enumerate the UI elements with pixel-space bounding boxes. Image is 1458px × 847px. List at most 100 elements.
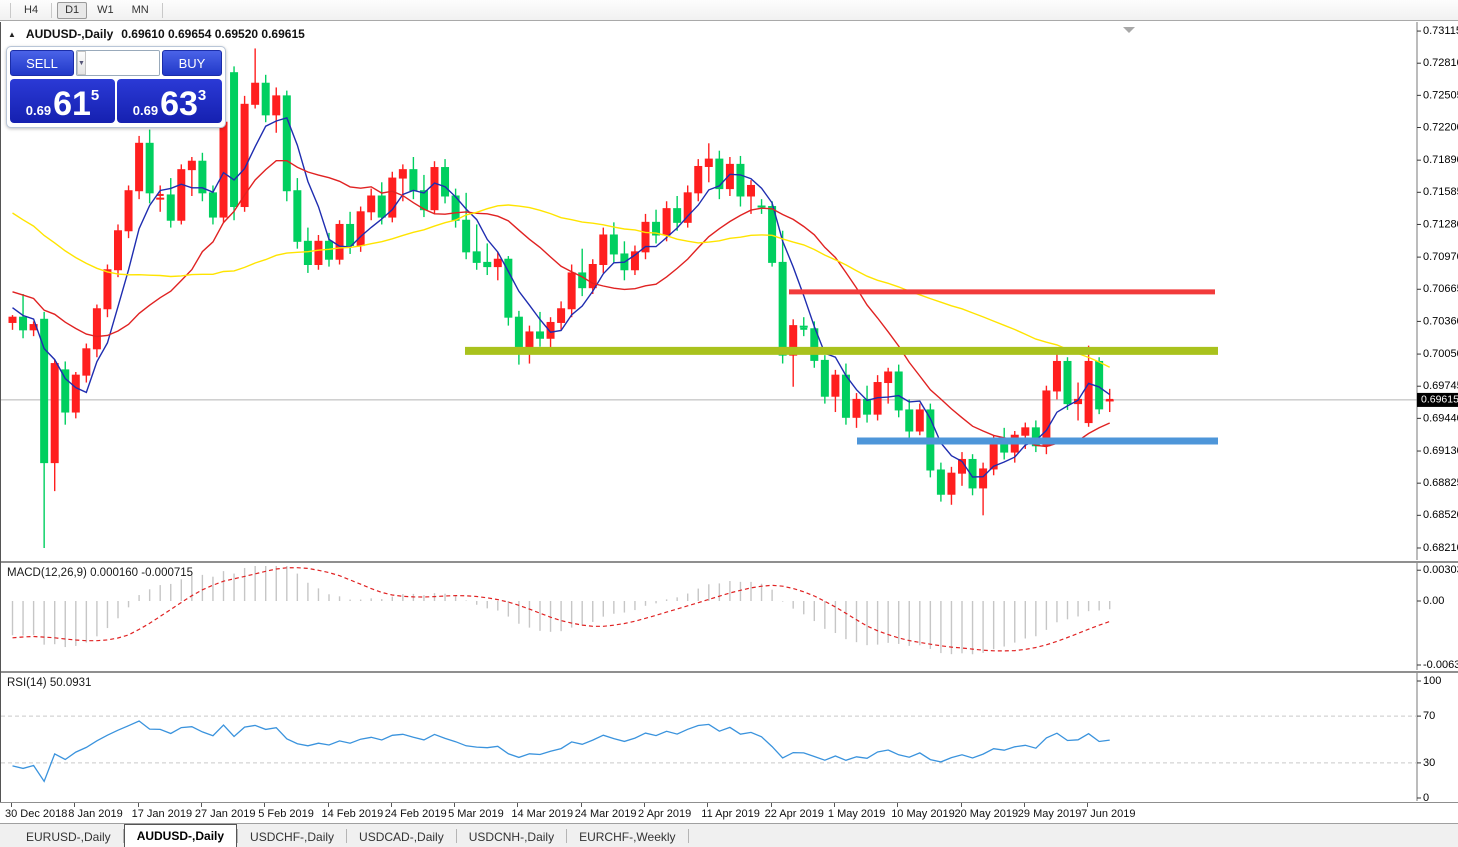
- mt4-terminal: H4D1W1MN 0.731150.728100.725050.722000.7…: [0, 0, 1458, 847]
- date-axis-label: 20 May 2019: [955, 808, 1019, 820]
- chart-tab-audusddaily[interactable]: AUDUSD-,Daily: [124, 824, 237, 847]
- buy-price-big: 63: [160, 89, 198, 119]
- price-axis-label: 0.71890: [1423, 154, 1458, 166]
- current-price-badge-text: 0.69615: [1421, 394, 1458, 406]
- ohlc-values: 0.69610 0.69654 0.69520 0.69615: [121, 27, 305, 41]
- macd-axis-label: -0.00631: [1423, 659, 1458, 670]
- date-axis-label: 7 Jun 2019: [1081, 808, 1135, 820]
- timeframe-button-w1[interactable]: W1: [89, 2, 122, 19]
- macd-axis-label: 0.00: [1423, 595, 1444, 607]
- price-axis-label: 0.68825: [1423, 477, 1458, 489]
- sell-price-panel[interactable]: 0.69 61 5: [10, 79, 115, 123]
- date-axis-label: 27 Jan 2019: [195, 808, 256, 820]
- date-axis-label: 5 Feb 2019: [258, 808, 314, 820]
- macd-label: MACD(12,26,9) 0.000160 -0.000715: [7, 567, 193, 579]
- toolbar-separator: [51, 3, 52, 18]
- date-axis-label: 30 Dec 2018: [5, 808, 67, 820]
- price-axis-label: 0.70665: [1423, 283, 1458, 295]
- date-tick: [771, 803, 772, 807]
- macd-indicator-chart[interactable]: 0.003035 0.00 -0.00631: [1, 563, 1458, 670]
- rsi-indicator-chart[interactable]: 100 70 30 0: [1, 673, 1458, 801]
- rsi-axis-label: 100: [1423, 675, 1441, 687]
- chart-title: ▲ AUDUSD-,Daily 0.69610 0.69654 0.69520 …: [8, 27, 305, 41]
- price-axis-label: 0.69745: [1423, 380, 1458, 392]
- one-click-trading-panel: SELL ▼ ▲ BUY 0.69 61 5 0.69 63 3: [6, 46, 226, 128]
- date-tick: [201, 803, 202, 807]
- price-axis-label: 0.73115: [1423, 25, 1458, 37]
- toolbar-separator: [10, 3, 11, 18]
- rsi-axis-label: 0: [1423, 792, 1429, 801]
- price-axis-label: 0.70970: [1423, 251, 1458, 263]
- date-tick: [644, 803, 645, 807]
- price-axis-label: 0.69440: [1423, 412, 1458, 424]
- date-tick: [897, 803, 898, 807]
- chart-tab-eurchfweekly[interactable]: EURCHF-,Weekly: [567, 826, 687, 847]
- fast-ma-line[interactable]: [13, 118, 1110, 477]
- chart-tab-bar: EURUSD-,DailyAUDUSD-,DailyUSDCHF-,DailyU…: [0, 823, 1458, 847]
- toolbar-separator: [162, 3, 163, 18]
- macd-histogram: [13, 566, 1110, 654]
- price-axis-label: 0.68210: [1423, 542, 1458, 554]
- timeframe-button-d1[interactable]: D1: [57, 2, 87, 19]
- rsi-axis-label: 70: [1423, 710, 1435, 722]
- chart-tab-usdcaddaily[interactable]: USDCAD-,Daily: [347, 826, 456, 847]
- price-axis-label: 0.72810: [1423, 57, 1458, 69]
- date-axis[interactable]: 30 Dec 20188 Jan 201917 Jan 201927 Jan 2…: [0, 802, 1458, 823]
- sell-price-big: 61: [53, 89, 91, 119]
- chart-window: 0.73115 0.72810 0.72505 0.72200 0.71890 0.715…: [0, 22, 1458, 802]
- rsi-label: RSI(14) 50.0931: [7, 677, 91, 689]
- volume-input[interactable]: [86, 51, 160, 75]
- date-tick: [581, 803, 582, 807]
- date-axis-label: 14 Mar 2019: [511, 808, 573, 820]
- date-tick: [517, 803, 518, 807]
- symbol-label: AUDUSD-,Daily: [26, 27, 113, 41]
- buy-price-panel[interactable]: 0.69 63 3: [117, 79, 222, 123]
- date-axis-label: 10 May 2019: [891, 808, 955, 820]
- sell-button[interactable]: SELL: [10, 50, 74, 76]
- date-axis-label: 11 Apr 2019: [701, 808, 760, 820]
- collapse-arrow-icon[interactable]: ▲: [8, 30, 16, 39]
- date-axis-label: 29 May 2019: [1018, 808, 1082, 820]
- date-axis-label: 24 Mar 2019: [575, 808, 637, 820]
- date-axis-label: 17 Jan 2019: [132, 808, 193, 820]
- buy-button[interactable]: BUY: [162, 50, 222, 76]
- date-tick: [391, 803, 392, 807]
- tab-separator: [688, 829, 689, 843]
- date-tick: [1087, 803, 1088, 807]
- date-tick: [834, 803, 835, 807]
- chart-tab-usdcnhdaily[interactable]: USDCNH-,Daily: [457, 826, 566, 847]
- chart-shift-marker-icon[interactable]: [1123, 27, 1135, 33]
- date-tick: [74, 803, 75, 807]
- slow-ma-line[interactable]: [13, 205, 1110, 367]
- chart-tab-usdchfdaily[interactable]: USDCHF-,Daily: [238, 826, 346, 847]
- sell-price-small: 0.69: [26, 102, 51, 119]
- sell-price-sup: 5: [91, 79, 99, 113]
- date-tick: [11, 803, 12, 807]
- date-axis-label: 1 May 2019: [828, 808, 885, 820]
- date-tick: [961, 803, 962, 807]
- macd-axis-label: 0.003035: [1423, 564, 1458, 576]
- date-tick: [328, 803, 329, 807]
- date-tick: [1024, 803, 1025, 807]
- volume-decrease-button[interactable]: ▼: [77, 51, 86, 75]
- date-tick: [264, 803, 265, 807]
- chart-tab-eurusddaily[interactable]: EURUSD-,Daily: [14, 826, 123, 847]
- rsi-line: [13, 721, 1110, 781]
- date-axis-label: 24 Feb 2019: [385, 808, 447, 820]
- date-axis-label: 2 Apr 2019: [638, 808, 691, 820]
- timeframe-button-mn[interactable]: MN: [124, 2, 157, 19]
- buy-price-small: 0.69: [133, 102, 158, 119]
- price-axis-label: 0.69130: [1423, 445, 1458, 457]
- date-axis-label: 22 Apr 2019: [765, 808, 824, 820]
- price-axis-label: 0.72200: [1423, 121, 1458, 133]
- timeframe-button-h4[interactable]: H4: [16, 2, 46, 19]
- rsi-axis-label: 30: [1423, 757, 1435, 769]
- price-axis-label: 0.68520: [1423, 509, 1458, 521]
- price-axis-label: 0.72505: [1423, 89, 1458, 101]
- date-axis-label: 14 Feb 2019: [322, 808, 384, 820]
- price-axis-label: 0.70360: [1423, 315, 1458, 327]
- date-tick: [707, 803, 708, 807]
- date-axis-label: 5 Mar 2019: [448, 808, 504, 820]
- price-axis-label: 0.71585: [1423, 186, 1458, 198]
- buy-price-sup: 3: [198, 79, 206, 113]
